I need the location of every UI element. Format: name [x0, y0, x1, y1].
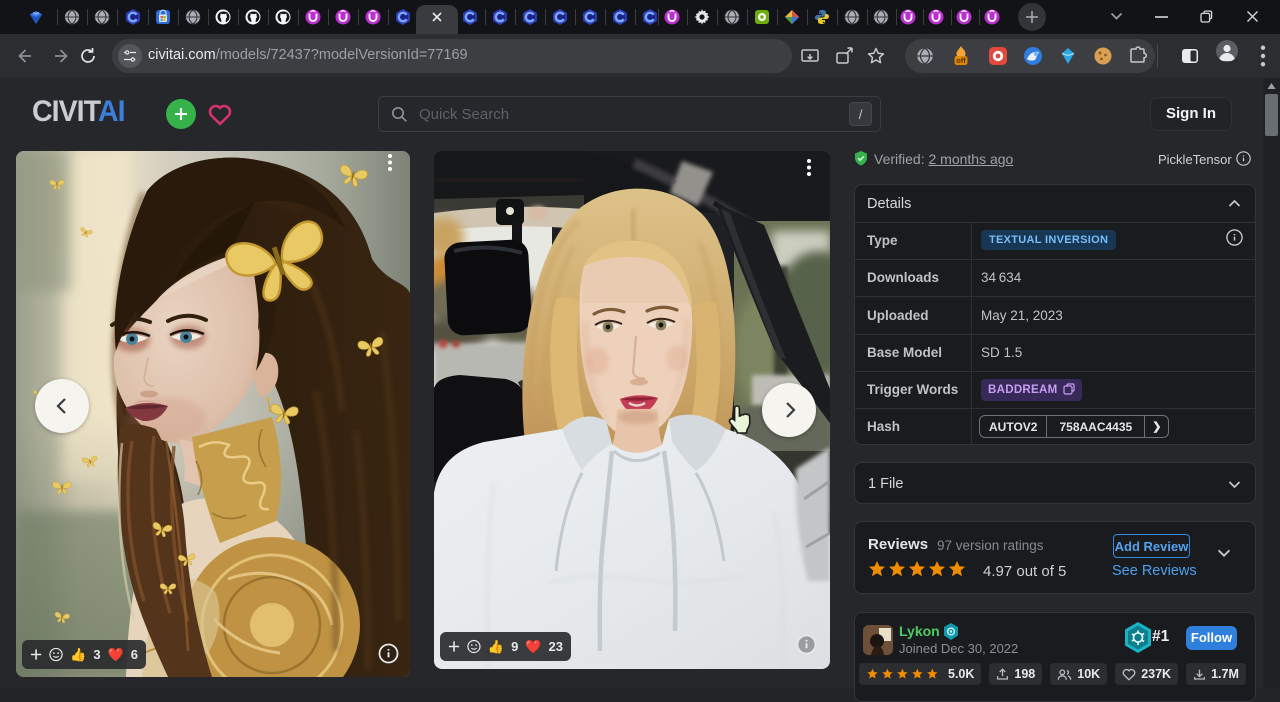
svg-text:off: off [956, 56, 966, 65]
